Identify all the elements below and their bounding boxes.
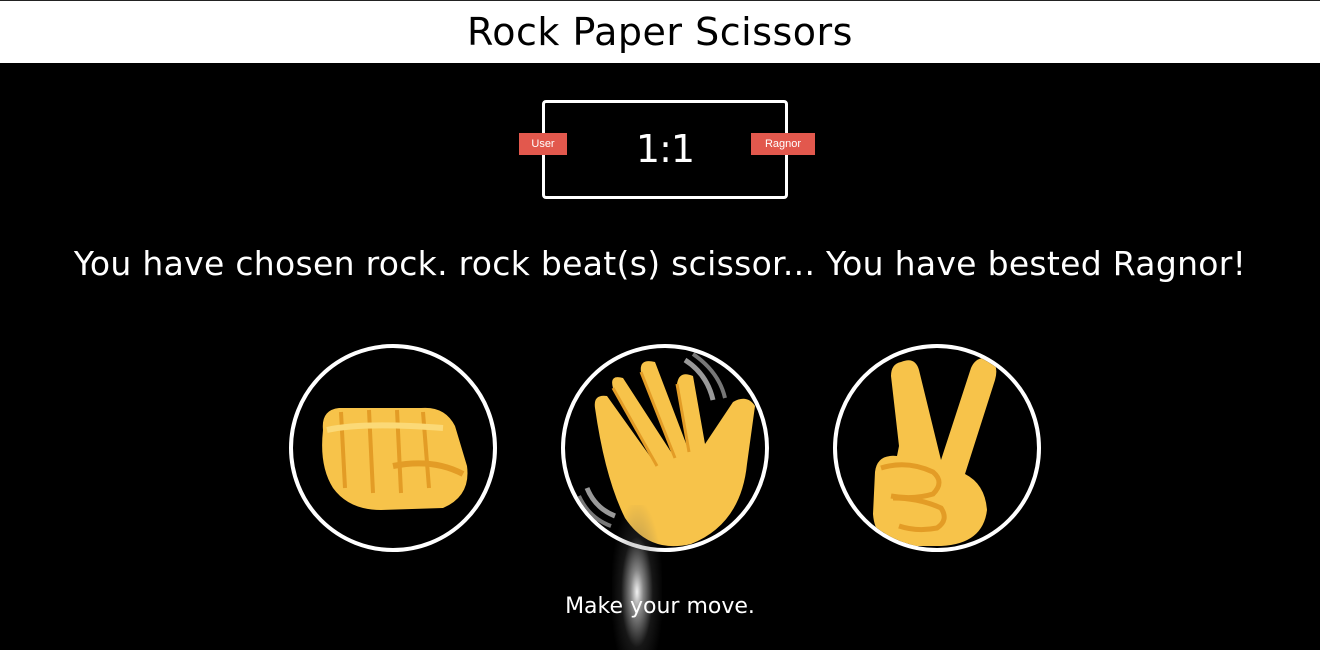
move-prompt: Make your move.: [565, 594, 755, 619]
paper-choice-button[interactable]: [561, 344, 769, 552]
scissors-choice-button[interactable]: [833, 344, 1041, 552]
rock-choice-button[interactable]: [289, 344, 497, 552]
fist-icon: [322, 407, 468, 510]
opponent-badge: Ragnor: [751, 133, 815, 155]
light-glow-decoration: [612, 505, 662, 650]
title-bar: Rock Paper Scissors: [0, 0, 1320, 63]
waving-hand-icon: [577, 352, 755, 547]
victory-hand-icon: [873, 358, 997, 546]
score-display: 1:1: [635, 127, 695, 171]
result-message: You have chosen rock. rock beat(s) sciss…: [73, 244, 1247, 283]
user-badge: User: [519, 133, 567, 155]
page-title: Rock Paper Scissors: [467, 10, 853, 54]
